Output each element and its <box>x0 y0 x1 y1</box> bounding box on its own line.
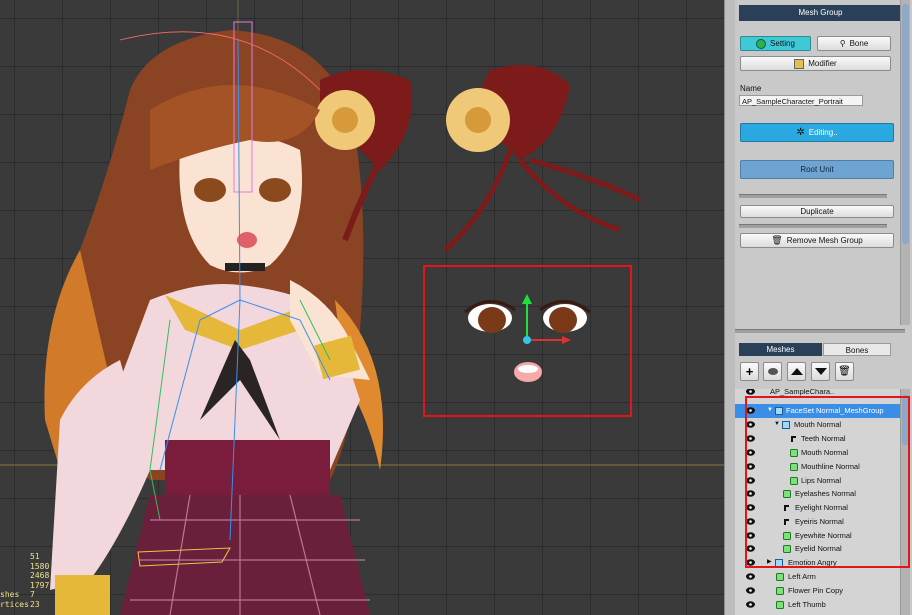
mesh-group-icon <box>782 421 790 429</box>
mesh-icon <box>790 463 798 471</box>
setting-icon <box>756 38 767 49</box>
mesh-icon <box>776 573 784 581</box>
mesh-group-icon <box>775 407 783 415</box>
eye-icon[interactable] <box>746 545 755 552</box>
divider <box>739 194 887 198</box>
mesh-icon <box>776 587 784 595</box>
plus-icon: + <box>745 364 754 379</box>
scroll-thumb[interactable] <box>902 395 909 445</box>
name-field[interactable]: AP_SampleCharacter_Portrait <box>739 95 863 106</box>
arrow-up-icon <box>790 368 803 375</box>
eye-icon[interactable] <box>746 421 755 428</box>
eye-icon[interactable] <box>746 449 755 456</box>
tree-row[interactable]: Flower Pin Copy <box>735 584 905 598</box>
tree-row[interactable]: Eyelashes Normal <box>735 487 905 501</box>
stat-row: 51 <box>30 552 40 561</box>
upper-scrollbar[interactable] <box>900 0 910 325</box>
tree-row[interactable]: ▼ Mouth Normal <box>735 418 905 432</box>
remove-mesh-group-button[interactable]: 🗑 Remove Mesh Group <box>740 233 894 248</box>
tree-row[interactable]: AP_SampleChara.. <box>735 389 905 399</box>
clipping-icon <box>784 505 789 511</box>
inspector-panel: Mesh Group Setting ⚲ Bone Modifier Name … <box>735 0 912 615</box>
stat-row: shes 7 <box>0 590 35 600</box>
stat-row: 1580 <box>30 561 50 571</box>
eye-icon[interactable] <box>746 504 755 511</box>
section-divider[interactable] <box>735 329 905 333</box>
clipping-icon <box>791 436 796 442</box>
mesh-icon <box>790 449 798 457</box>
tree-row[interactable]: Teeth Normal <box>735 432 905 446</box>
eye-icon[interactable] <box>746 573 755 580</box>
eye-icon[interactable] <box>746 518 755 525</box>
eye-icon[interactable] <box>746 490 755 497</box>
mesh-icon <box>783 545 791 553</box>
stat-row: 1797 <box>30 580 50 590</box>
scroll-thumb[interactable] <box>902 4 909 244</box>
divider <box>739 224 887 228</box>
trash-icon: 🗑 <box>771 235 783 245</box>
delete-button[interactable]: 🗑 <box>835 362 854 381</box>
trash-icon: 🗑 <box>838 366 851 377</box>
eye-icon[interactable] <box>746 587 755 594</box>
hierarchy-tree: AP_SampleChara.. ▼ FaceSet Normal_MeshGr… <box>735 389 905 615</box>
eye-icon[interactable] <box>746 463 755 470</box>
clipping-icon <box>784 519 789 525</box>
eye-icon[interactable] <box>746 407 755 414</box>
move-down-button[interactable] <box>811 362 830 381</box>
mesh-icon <box>783 532 791 540</box>
head-flower <box>315 90 375 150</box>
tree-row[interactable]: Eyeiris Normal <box>735 515 905 529</box>
modifier-button[interactable]: Modifier <box>740 56 891 71</box>
tree-row-selected[interactable]: ▼ FaceSet Normal_MeshGroup <box>735 404 905 418</box>
eye-icon[interactable] <box>746 559 755 566</box>
tree-row[interactable]: Mouthline Normal <box>735 460 905 474</box>
mesh-icon <box>783 490 791 498</box>
bone-icon: ⚲ <box>839 39 846 48</box>
mesh-icon <box>776 601 784 609</box>
mesh-group-icon <box>775 559 783 567</box>
add-button[interactable]: + <box>740 362 759 381</box>
eye-icon[interactable] <box>746 601 755 608</box>
stat-row: 2468 <box>30 571 50 581</box>
setting-button[interactable]: Setting <box>740 36 811 51</box>
tree-row[interactable]: Eyelight Normal <box>735 501 905 515</box>
editing-button[interactable]: ✲ Editing.. <box>740 123 894 142</box>
panel-title: Mesh Group <box>739 5 902 21</box>
mesh-icon <box>790 477 798 485</box>
modifier-icon <box>794 58 805 69</box>
stat-row: rtices23 <box>0 599 40 609</box>
tree-row[interactable]: ▶ Emotion Angry <box>735 556 905 570</box>
tree-row[interactable]: Left Arm <box>735 570 905 584</box>
mesh-bone-tabs: Meshes Bones <box>739 343 891 356</box>
viewport-stats: 51 1580 2468 1797 shes 7 rtices23 <box>0 552 49 610</box>
expand-arrow-icon[interactable]: ▼ <box>767 404 773 418</box>
editing-icon: ✲ <box>796 127 805 138</box>
tree-row[interactable]: Lips Normal <box>735 474 905 488</box>
character-scene <box>0 0 724 615</box>
skirt <box>120 495 370 615</box>
eye-icon[interactable] <box>746 532 755 539</box>
tree-row[interactable]: Eyelid Normal <box>735 542 905 556</box>
name-label: Name <box>740 84 762 93</box>
arrow-down-icon <box>814 368 827 375</box>
floating-flower <box>446 88 510 152</box>
tree-row[interactable]: Eyewhite Normal <box>735 529 905 543</box>
eye-icon[interactable] <box>746 435 755 442</box>
editor-viewport[interactable]: 51 1580 2468 1797 shes 7 rtices23 <box>0 0 724 615</box>
duplicate-button[interactable]: Duplicate <box>740 205 894 218</box>
layer-button[interactable] <box>763 362 782 381</box>
tree-row[interactable]: Left Thumb <box>735 598 905 612</box>
eye-icon[interactable] <box>746 477 755 484</box>
layer-icon <box>767 368 778 375</box>
expand-arrow-icon[interactable]: ▼ <box>774 418 780 432</box>
bone-button[interactable]: ⚲ Bone <box>817 36 891 51</box>
expand-arrow-icon[interactable]: ▶ <box>767 556 772 570</box>
tab-bones[interactable]: Bones <box>823 343 891 356</box>
root-unit-button[interactable]: Root Unit <box>740 160 894 179</box>
tree-scrollbar[interactable] <box>900 389 910 615</box>
eye-icon[interactable] <box>746 389 755 395</box>
move-up-button[interactable] <box>787 362 806 381</box>
tree-row[interactable]: Mouth Normal <box>735 446 905 460</box>
tab-meshes[interactable]: Meshes <box>739 343 822 356</box>
